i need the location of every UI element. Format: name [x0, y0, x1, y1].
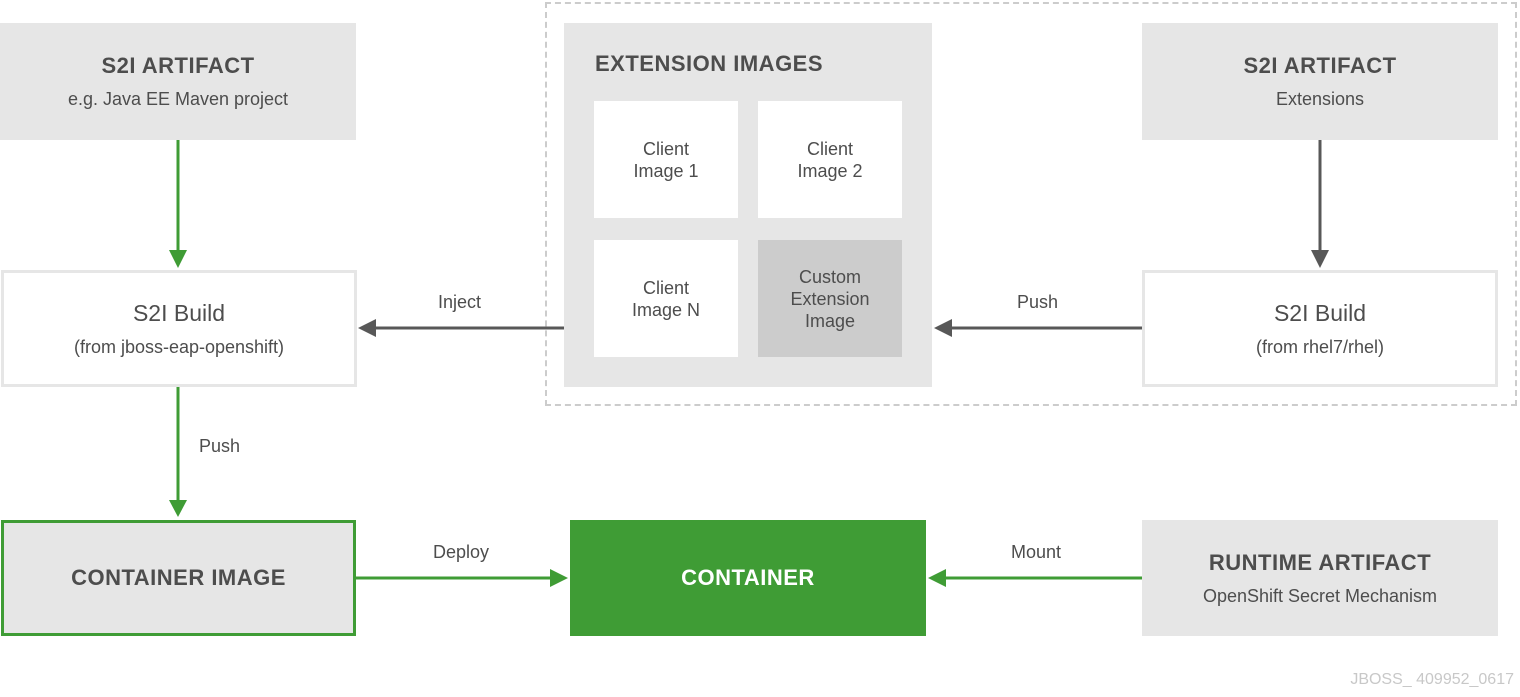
edge-label-push-left: Push — [199, 436, 241, 456]
arrow-push-right — [934, 319, 1142, 337]
arrow-mount — [928, 569, 1142, 587]
edge-label-push-right: Push — [1017, 292, 1059, 312]
edge-label-deploy: Deploy — [433, 542, 490, 562]
arrow-artifact-to-build-left — [169, 140, 187, 268]
arrow-deploy — [356, 569, 568, 587]
edge-label-inject: Inject — [438, 292, 482, 312]
arrow-inject — [358, 319, 564, 337]
arrows-layer — [169, 140, 1329, 587]
edge-label-mount: Mount — [1011, 542, 1062, 562]
figure-id: JBOSS_ 409952_0617 — [1350, 671, 1514, 688]
arrow-artifact-to-build-right — [1311, 140, 1329, 268]
arrow-build-to-container-image — [169, 387, 187, 517]
